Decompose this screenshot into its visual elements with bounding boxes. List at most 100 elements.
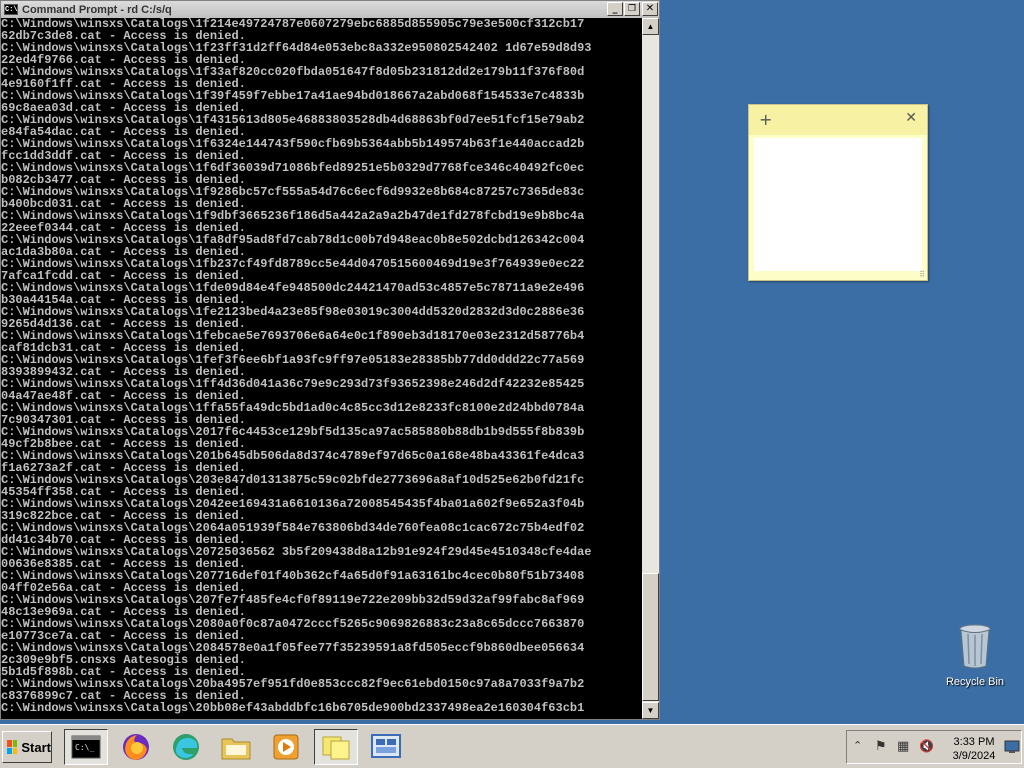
minimize-button[interactable]: _ [607,2,623,16]
clock[interactable]: 3:33 PM 3/9/2024 [947,735,1001,763]
console-line: C:\Windows\winsxs\Catalogs\2042ee169431a… [1,498,585,510]
console-line: C:\Windows\winsxs\Catalogs\1ffa55fa49dc5… [1,402,585,414]
console-line: C:\Windows\winsxs\Catalogs\1fe2123bed4a2… [1,306,585,318]
console-line: C:\Windows\winsxs\Catalogs\207716def01f4… [1,570,585,582]
terminal-icon: C:\_ [71,735,101,759]
taskbar-sticky-notes-button[interactable] [314,729,358,765]
edge-icon [173,734,199,760]
console-line: C:\Windows\winsxs\Catalogs\207fe7f485fe4… [1,594,585,606]
taskbar-remote-button[interactable] [364,729,408,765]
console-line: C:\Windows\winsxs\Catalogs\1f4315613d805… [1,114,585,126]
console-line: C:\Windows\winsxs\Catalogs\1febcae5e7693… [1,330,585,342]
console-line: dd41c34b70.cat - Access is denied. [1,534,246,546]
maximize-button[interactable]: ❐ [624,2,640,16]
console-line: C:\Windows\winsxs\Catalogs\20725036562 3… [1,546,592,558]
folder-icon [221,738,251,760]
console-line: 04ff02e56a.cat - Access is denied. [1,582,246,594]
console-line: C:\Windows\winsxs\Catalogs\1fa8df95ad8fd… [1,234,585,246]
taskbar-cmd-button[interactable]: C:\_ [64,729,108,765]
console-line: 45354ff358.cat - Access is denied. [1,486,246,498]
console-line: b400bcd031.cat - Access is denied. [1,198,246,210]
console-line: 62db7c3de8.cat - Access is denied. [1,30,246,42]
console-line: C:\Windows\winsxs\Catalogs\1ff4d36d041a3… [1,378,585,390]
console-line: e10773ce7a.cat - Access is denied. [1,630,246,642]
start-button[interactable]: Start [2,731,52,763]
show-hidden-icons-chevron-icon[interactable]: ⌃ [853,739,862,752]
system-tray: ⌃ ⚑ ▦ 🔇 3:33 PM 3/9/2024 [846,730,1022,764]
console-line: C:\Windows\winsxs\Catalogs\1f23ff31d2ff6… [1,42,592,54]
console-line: C:\Windows\winsxs\Catalogs\20ba4957ef951… [1,678,585,690]
console-line: 04a47ae48f.cat - Access is denied. [1,390,246,402]
console-line: C:\Windows\winsxs\Catalogs\1fde09d84e4fe… [1,282,585,294]
scroll-down-button[interactable]: ▼ [642,702,659,719]
network-tray-icon[interactable]: ▦ [897,739,909,754]
taskbar-media-button[interactable] [264,729,308,765]
taskbar-firefox-button[interactable] [114,729,158,765]
svg-text:C:\_: C:\_ [75,743,94,752]
resize-grip-icon[interactable]: ⠿ [919,270,925,279]
recycle-bin[interactable]: Recycle Bin [940,624,1010,688]
console-output[interactable]: C:\Windows\winsxs\Catalogs\1f214e4972478… [1,18,642,719]
console-line: C:\Windows\winsxs\Catalogs\1f6df36039d71… [1,162,585,174]
console-line: 00636e8385.cat - Access is denied. [1,558,246,570]
volume-muted-icon[interactable]: 🔇 [919,739,934,753]
console-line: 319c822bce.cat - Access is denied. [1,510,246,522]
taskbar-edge-button[interactable] [164,729,208,765]
console-line: b082cb3477.cat - Access is denied. [1,174,246,186]
sticky-note-text-area[interactable] [754,138,922,271]
console-line: 7afca1fcdd.cat - Access is denied. [1,270,246,282]
console-line: C:\Windows\winsxs\Catalogs\203e847d01313… [1,474,585,486]
console-line: C:\Windows\winsxs\Catalogs\2084578e0a1f0… [1,642,585,654]
console-line: e84fa54dac.cat - Access is denied. [1,126,246,138]
console-line: C:\Windows\winsxs\Catalogs\1f6324e144743… [1,138,585,150]
console-line: 22eeef0344.cat - Access is denied. [1,222,246,234]
console-line: C:\Windows\winsxs\Catalogs\1f33af820cc02… [1,66,585,78]
clock-time: 3:33 PM [953,736,995,748]
console-line: C:\Windows\winsxs\Catalogs\1fb237cf49fd8… [1,258,585,270]
recycle-bin-label: Recycle Bin [945,676,1005,688]
taskbar: Start C:\_ ⌃ ⚑ ▦ 🔇 3:33 PM 3/9/2024 [0,724,1024,768]
console-line: 22ed4f9766.cat - Access is denied. [1,54,246,66]
console-line: 48c13e969a.cat - Access is denied. [1,606,246,618]
command-prompt-window[interactable]: C:\ Command Prompt - rd C:/s/q _ ❐ ✕ C:\… [0,0,660,720]
network-icon [371,734,401,758]
close-note-button[interactable]: ✕ [905,110,917,126]
console-line: C:\Windows\winsxs\Catalogs\2064a051939f5… [1,522,585,534]
console-line: b30a44154a.cat - Access is denied. [1,294,246,306]
show-desktop-icon[interactable] [1004,740,1020,754]
media-player-icon [273,734,299,760]
vertical-scrollbar[interactable]: ▲ ▼ [642,18,659,719]
console-line: C:\Windows\winsxs\Catalogs\20bb08ef43abd… [1,702,585,714]
console-line: C:\Windows\winsxs\Catalogs\2080a0f0c87a0… [1,618,585,630]
windows-logo-icon [7,740,18,754]
close-button[interactable]: ✕ [642,2,658,16]
console-line: 7c90347301.cat - Access is denied. [1,414,246,426]
clock-date: 3/9/2024 [952,750,996,762]
console-line: C:\Windows\winsxs\Catalogs\2017f6c4453ce… [1,426,585,438]
scroll-thumb[interactable] [642,573,659,701]
sticky-note[interactable]: + ✕ ⠿ [748,104,928,281]
start-label: Start [21,739,51,755]
console-line: C:\Windows\winsxs\Catalogs\1f214e4972478… [1,18,585,30]
console-line: 5b1d5f898b.cat - Access is denied. [1,666,246,678]
window-titlebar[interactable]: C:\ Command Prompt - rd C:/s/q _ ❐ ✕ [1,1,659,18]
console-line: C:\Windows\winsxs\Catalogs\1f9286bc57cf5… [1,186,585,198]
console-line: 49cf2b8bee.cat - Access is denied. [1,438,246,450]
console-line: C:\Windows\winsxs\Catalogs\1fef3f6ee6bf1… [1,354,585,366]
console-line: 9265d4d136.cat - Access is denied. [1,318,246,330]
console-line: caf81dcb31.cat - Access is denied. [1,342,246,354]
action-center-flag-icon[interactable]: ⚑ [875,739,887,754]
window-title: Command Prompt - rd C:/s/q [22,3,172,16]
taskbar-explorer-button[interactable] [214,729,258,765]
sticky-notes-icon [322,736,350,760]
console-line: fcc1dd3ddf.cat - Access is denied. [1,150,246,162]
console-line: 69c8aea03d.cat - Access is denied. [1,102,246,114]
sticky-note-header[interactable]: + ✕ [749,105,927,135]
console-line: C:\Windows\winsxs\Catalogs\1f39f459f7ebb… [1,90,585,102]
console-line: 2c309e9bf5.cnsxs Aatesogis denied. [1,654,246,666]
console-line: f1a6273a2f.cat - Access is denied. [1,462,246,474]
scroll-up-button[interactable]: ▲ [642,18,659,35]
recycle-bin-icon [958,624,992,670]
console-line: C:\Windows\winsxs\Catalogs\201b645db506d… [1,450,585,462]
add-note-button[interactable]: + [759,110,772,129]
